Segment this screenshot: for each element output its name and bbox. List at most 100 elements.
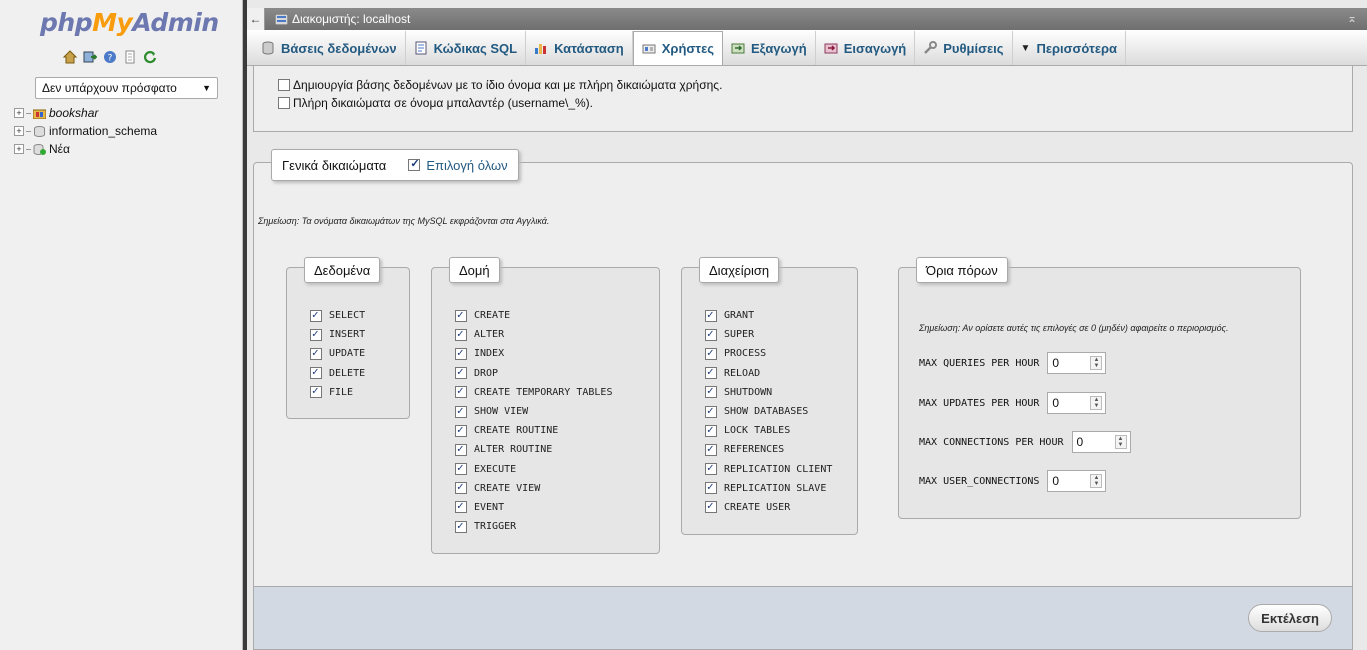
priv-label[interactable]: DROP (474, 368, 498, 379)
priv-checkbox[interactable] (310, 327, 322, 341)
priv-select[interactable]: SELECT (310, 306, 365, 325)
priv-label[interactable]: SHUTDOWN (724, 387, 772, 398)
priv-label[interactable]: ALTER (474, 329, 504, 340)
priv-create[interactable]: CREATE (455, 306, 612, 325)
tab-databases[interactable]: Βάσεις δεδομένων (253, 31, 406, 65)
priv-label[interactable]: ALTER ROUTINE (474, 444, 552, 455)
priv-checkbox[interactable] (705, 480, 717, 495)
priv-checkbox[interactable] (705, 327, 717, 341)
priv-trigger[interactable]: TRIGGER (455, 517, 612, 536)
collapse-sidebar-button[interactable]: ← (247, 8, 265, 30)
priv-checkbox[interactable] (310, 308, 322, 322)
priv-create-temporary-tables[interactable]: CREATE TEMPORARY TABLES (455, 383, 612, 402)
reload-icon[interactable] (143, 50, 157, 64)
tree-item-label[interactable]: bookshar (49, 106, 98, 120)
recent-tables-select[interactable]: Δεν υπάρχουν πρόσφατο ▼ (35, 77, 218, 99)
tab-export[interactable]: Εξαγωγή (723, 31, 816, 65)
priv-show-databases[interactable]: SHOW DATABASES (705, 402, 832, 421)
max-updates-input[interactable]: 0 ▲ ▼ (1047, 392, 1107, 414)
priv-label[interactable]: PROCESS (724, 348, 766, 359)
max-queries-input[interactable]: 0 ▲ ▼ (1047, 352, 1107, 374)
priv-label[interactable]: SHOW DATABASES (724, 406, 808, 417)
collapse-top-icon[interactable]: ⌅ (1347, 11, 1357, 25)
priv-label[interactable]: SUPER (724, 329, 754, 340)
priv-checkbox[interactable] (705, 346, 717, 360)
priv-insert[interactable]: INSERT (310, 325, 365, 344)
priv-checkbox[interactable] (705, 461, 717, 476)
priv-label[interactable]: SHOW VIEW (474, 406, 528, 417)
priv-checkbox[interactable] (455, 423, 467, 437)
tab-sql[interactable]: Κώδικας SQL (406, 31, 527, 65)
priv-checkbox[interactable] (705, 423, 717, 437)
tab-settings[interactable]: Ρυθμίσεις (915, 31, 1013, 65)
priv-checkbox[interactable] (455, 442, 467, 456)
priv-replication-slave[interactable]: REPLICATION SLAVE (705, 479, 832, 498)
create-db-checkbox[interactable] (278, 79, 290, 91)
tab-status[interactable]: Κατάσταση (526, 31, 633, 65)
sidebar-resizer[interactable] (243, 0, 247, 650)
phpmyadmin-logo[interactable]: phpMyAdmin (40, 8, 219, 37)
spinner-icon[interactable]: ▲ ▼ (1114, 435, 1127, 449)
priv-checkbox[interactable] (455, 365, 467, 380)
priv-checkbox[interactable] (455, 461, 467, 476)
priv-checkbox[interactable] (455, 384, 467, 399)
priv-alter-routine[interactable]: ALTER ROUTINE (455, 440, 612, 459)
priv-label[interactable]: REPLICATION CLIENT (724, 464, 832, 475)
priv-checkbox[interactable] (455, 499, 467, 514)
create-db-option[interactable]: Δημιουργία βάσης δεδομένων με το ίδιο όν… (278, 77, 722, 93)
priv-show-view[interactable]: SHOW VIEW (455, 402, 612, 421)
wildcard-checkbox[interactable] (278, 97, 290, 109)
priv-label[interactable]: EXECUTE (474, 464, 516, 475)
priv-checkbox[interactable] (310, 384, 322, 399)
priv-update[interactable]: UPDATE (310, 344, 365, 363)
priv-label[interactable]: CREATE VIEW (474, 483, 540, 494)
priv-checkbox[interactable] (705, 442, 717, 456)
priv-checkbox[interactable] (455, 346, 467, 360)
help-icon[interactable]: ? (103, 50, 117, 64)
priv-checkbox[interactable] (455, 308, 467, 322)
priv-checkbox[interactable] (705, 308, 717, 322)
priv-checkbox[interactable] (455, 480, 467, 495)
expand-icon[interactable]: + (14, 126, 24, 136)
priv-label[interactable]: CREATE ROUTINE (474, 425, 558, 436)
priv-create-routine[interactable]: CREATE ROUTINE (455, 421, 612, 440)
priv-delete[interactable]: DELETE (310, 364, 365, 383)
priv-reload[interactable]: RELOAD (705, 364, 832, 383)
spinner-icon[interactable]: ▲ ▼ (1090, 356, 1103, 370)
priv-checkbox[interactable] (705, 404, 717, 418)
logout-icon[interactable] (83, 50, 97, 64)
priv-label[interactable]: RELOAD (724, 368, 760, 379)
priv-references[interactable]: REFERENCES (705, 440, 832, 459)
priv-drop[interactable]: DROP (455, 364, 612, 383)
priv-checkbox[interactable] (455, 327, 467, 341)
limit-value[interactable]: 0 (1052, 396, 1059, 410)
priv-checkbox[interactable] (310, 346, 322, 360)
tree-item-new[interactable]: + Νέα (14, 140, 157, 158)
priv-create-view[interactable]: CREATE VIEW (455, 479, 612, 498)
tree-item-bookshar[interactable]: + bookshar (14, 104, 157, 122)
expand-icon[interactable]: + (14, 108, 24, 118)
priv-process[interactable]: PROCESS (705, 344, 832, 363)
priv-label[interactable]: CREATE TEMPORARY TABLES (474, 387, 612, 398)
spinner-icon[interactable]: ▲ ▼ (1090, 396, 1103, 410)
select-all-label[interactable]: Επιλογή όλων (426, 158, 507, 173)
select-all-option[interactable]: Επιλογή όλων (408, 157, 508, 173)
limit-value[interactable]: 0 (1077, 435, 1084, 449)
priv-lock-tables[interactable]: LOCK TABLES (705, 421, 832, 440)
priv-label[interactable]: GRANT (724, 310, 754, 321)
tree-item-information-schema[interactable]: + information_schema (14, 122, 157, 140)
max-user-connections-input[interactable]: 0 ▲ ▼ (1047, 470, 1107, 492)
priv-label[interactable]: REFERENCES (724, 444, 784, 455)
priv-shutdown[interactable]: SHUTDOWN (705, 383, 832, 402)
priv-label[interactable]: REPLICATION SLAVE (724, 483, 826, 494)
priv-event[interactable]: EVENT (455, 498, 612, 517)
priv-checkbox[interactable] (455, 404, 467, 418)
priv-file[interactable]: FILE (310, 383, 365, 402)
tree-item-label[interactable]: Νέα (49, 142, 70, 156)
priv-label[interactable]: EVENT (474, 502, 504, 513)
max-connections-input[interactable]: 0 ▲ ▼ (1071, 431, 1131, 453)
docs-icon[interactable] (123, 50, 137, 64)
spinner-icon[interactable]: ▲ ▼ (1090, 474, 1103, 488)
wildcard-option[interactable]: Πλήρη δικαιώματα σε όνομα μπαλαντέρ (use… (278, 95, 593, 111)
priv-alter[interactable]: ALTER (455, 325, 612, 344)
